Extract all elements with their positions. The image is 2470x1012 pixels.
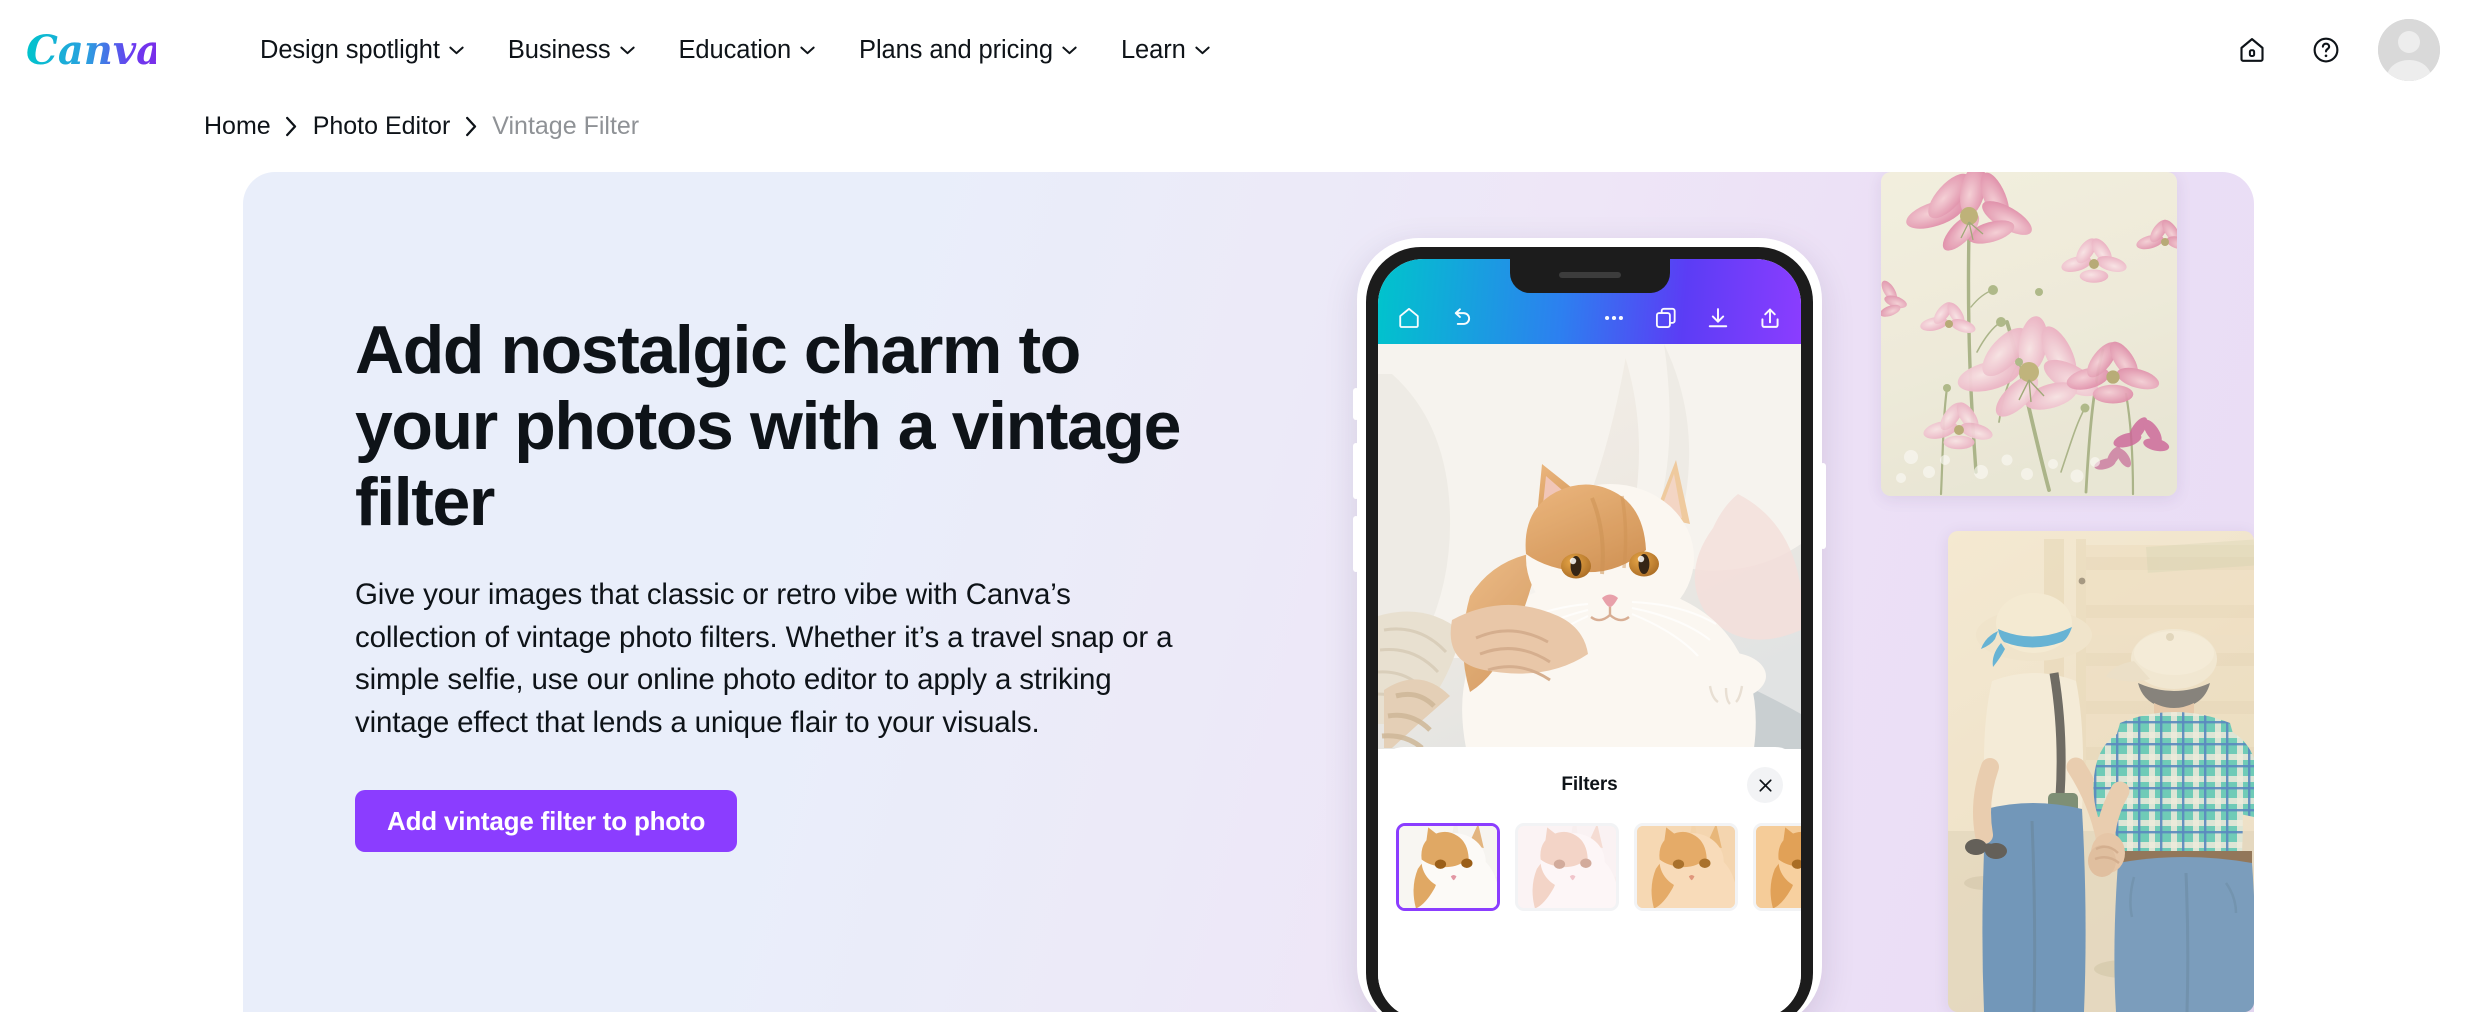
chevron-right-icon (286, 116, 297, 136)
nav-item-label: Design spotlight (260, 35, 440, 64)
close-icon (1758, 778, 1772, 792)
app-toolbar-right (1599, 303, 1785, 333)
canva-logo[interactable]: Canva (24, 22, 156, 78)
phone-power-button (1820, 463, 1826, 549)
phone-speaker (1558, 272, 1621, 278)
filters-panel-title: Filters (1561, 774, 1618, 795)
app-share-button[interactable] (1755, 303, 1785, 333)
chevron-right-icon (465, 116, 476, 136)
canva-logo-icon: Canva (26, 27, 156, 74)
chevron-down-icon (800, 46, 815, 54)
breadcrumb-separator (454, 116, 488, 137)
filter-preview-sepia (1756, 826, 1801, 908)
avatar-placeholder-icon (2378, 19, 2440, 81)
nav-item-label: Business (507, 35, 611, 64)
filter-preview-warm (1637, 826, 1735, 908)
app-more-options-button[interactable] (1599, 303, 1629, 333)
nav-item-business[interactable]: Business (486, 26, 657, 75)
undo-icon (1454, 308, 1471, 325)
phone-mute-switch (1353, 388, 1359, 420)
main-nav-items: Design spotlight Business Education Plan… (238, 26, 1232, 75)
breadcrumb-item-home[interactable]: Home (200, 110, 275, 143)
chevron-down-icon (1062, 46, 1077, 54)
help-button[interactable] (2304, 28, 2348, 72)
filter-preview-faded (1518, 826, 1616, 908)
phone-notch (1509, 259, 1670, 293)
phone-screen: Filters (1378, 259, 1801, 1012)
breadcrumb-item-photo-editor[interactable]: Photo Editor (309, 110, 455, 143)
nav-item-education[interactable]: Education (657, 26, 838, 75)
filter-preview-original (1399, 826, 1497, 908)
hero-section: Add nostalgic charm to your photos with … (243, 172, 2254, 1012)
phone-mockup: Filters (1353, 238, 1826, 1012)
filter-thumbnail-warm[interactable] (1634, 823, 1738, 911)
hero-text-block: Add nostalgic charm to your photos with … (355, 312, 1185, 853)
hero-description: Give your images that classic or retro v… (355, 578, 1173, 739)
filters-close-button[interactable] (1747, 767, 1783, 803)
more-options-icon (1605, 315, 1623, 321)
page-title: Add nostalgic charm to your photos with … (355, 312, 1181, 541)
phone-volume-up-button (1353, 443, 1359, 499)
couple-photo-graphic (1948, 531, 2254, 1012)
phone-body: Filters (1366, 247, 1813, 1012)
chevron-down-icon (1195, 46, 1210, 54)
filter-thumbnail-faded[interactable] (1515, 823, 1619, 911)
user-avatar[interactable] (2378, 19, 2440, 81)
filter-thumbnail-sepia[interactable] (1753, 823, 1801, 911)
home-icon (1399, 307, 1419, 328)
add-vintage-filter-button[interactable]: Add vintage filter to photo (355, 790, 738, 853)
app-duplicate-button[interactable] (1651, 303, 1681, 333)
flowers-photo (1881, 172, 2177, 496)
breadcrumb-item-vintage-filter: Vintage Filter (492, 111, 640, 140)
nav-item-label: Plans and pricing (859, 35, 1053, 64)
cat-photo-graphic (1378, 344, 1801, 749)
app-toolbar-left (1394, 303, 1476, 333)
breadcrumb: Home Photo Editor Vintage Filter (200, 100, 643, 152)
svg-text:Canva: Canva (26, 27, 156, 74)
nav-item-design-spotlight[interactable]: Design spotlight (238, 26, 486, 75)
breadcrumb-separator (275, 116, 309, 137)
chevron-down-icon (619, 46, 635, 54)
editor-canvas-photo[interactable] (1378, 344, 1801, 749)
nav-item-learn[interactable]: Learn (1099, 26, 1232, 75)
flowers-photo-graphic (1881, 172, 2177, 496)
filters-panel: Filters (1378, 747, 1801, 1012)
duplicate-icon (1655, 307, 1676, 329)
app-download-button[interactable] (1703, 303, 1733, 333)
filters-panel-header: Filters (1378, 747, 1801, 823)
nav-item-label: Education (678, 35, 792, 64)
home-icon (2240, 38, 2264, 62)
phone-volume-down-button (1353, 516, 1359, 572)
home-button[interactable] (2230, 28, 2274, 72)
help-icon (2313, 37, 2339, 63)
nav-item-plans-and-pricing[interactable]: Plans and pricing (837, 26, 1099, 75)
app-undo-button[interactable] (1446, 303, 1476, 333)
couple-photo (1948, 531, 2254, 1012)
filter-thumbnail-row (1378, 823, 1801, 911)
chevron-down-icon (449, 46, 464, 54)
nav-right-actions (2230, 19, 2440, 81)
app-home-button[interactable] (1394, 303, 1424, 333)
download-icon (1708, 308, 1728, 328)
share-icon (1761, 308, 1779, 328)
filter-thumbnail-original[interactable] (1396, 823, 1500, 911)
top-navigation-bar: Canva Design spotlight Business Educatio… (0, 0, 2470, 100)
nav-item-label: Learn (1120, 35, 1186, 64)
